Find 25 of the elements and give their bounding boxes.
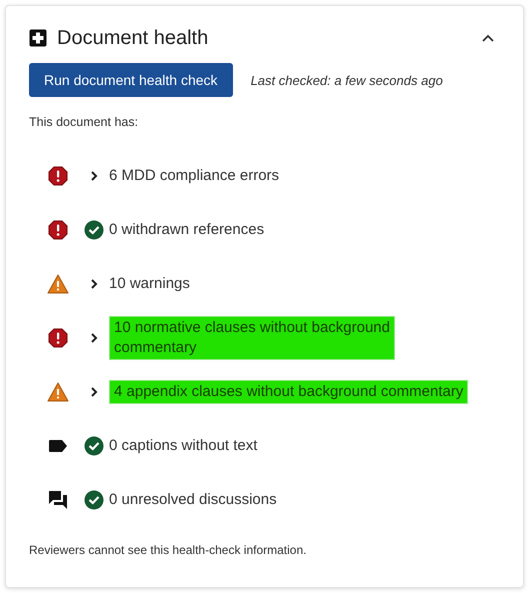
health-item-text: 10 normative clauses without background commentary <box>109 316 395 360</box>
warning-icon <box>47 382 69 402</box>
health-item-text: 6 MDD compliance errors <box>109 166 280 186</box>
chevron-icon[interactable] <box>90 386 98 398</box>
run-check-button[interactable]: Run document health check <box>29 63 233 97</box>
chevron-icon[interactable] <box>90 170 98 182</box>
health-item-text: 0 withdrawn references <box>109 220 264 240</box>
intro-text: This document has: <box>29 115 140 129</box>
health-item-text: 0 unresolved discussions <box>109 490 277 510</box>
chevron-icon[interactable] <box>90 332 98 344</box>
chat-icon <box>48 490 68 510</box>
health-item-text: 10 warnings <box>109 274 190 294</box>
health-item-text: 0 captions without text <box>109 436 258 456</box>
last-checked-text: Last checked: a few seconds ago <box>250 72 443 88</box>
chevron-icon[interactable] <box>90 278 98 290</box>
error-icon <box>48 220 68 240</box>
error-icon <box>48 328 68 348</box>
label-icon <box>48 439 68 453</box>
error-icon <box>48 166 68 186</box>
reviewer-note: Reviewers cannot see this health-check information. <box>29 543 308 557</box>
health-item-text: 4 appendix clauses without background commentary <box>109 380 468 404</box>
panel-title: Document health <box>57 26 210 50</box>
warning-icon <box>47 274 69 294</box>
collapse-caret-icon[interactable] <box>481 33 495 43</box>
medical-cross-icon <box>29 29 47 47</box>
